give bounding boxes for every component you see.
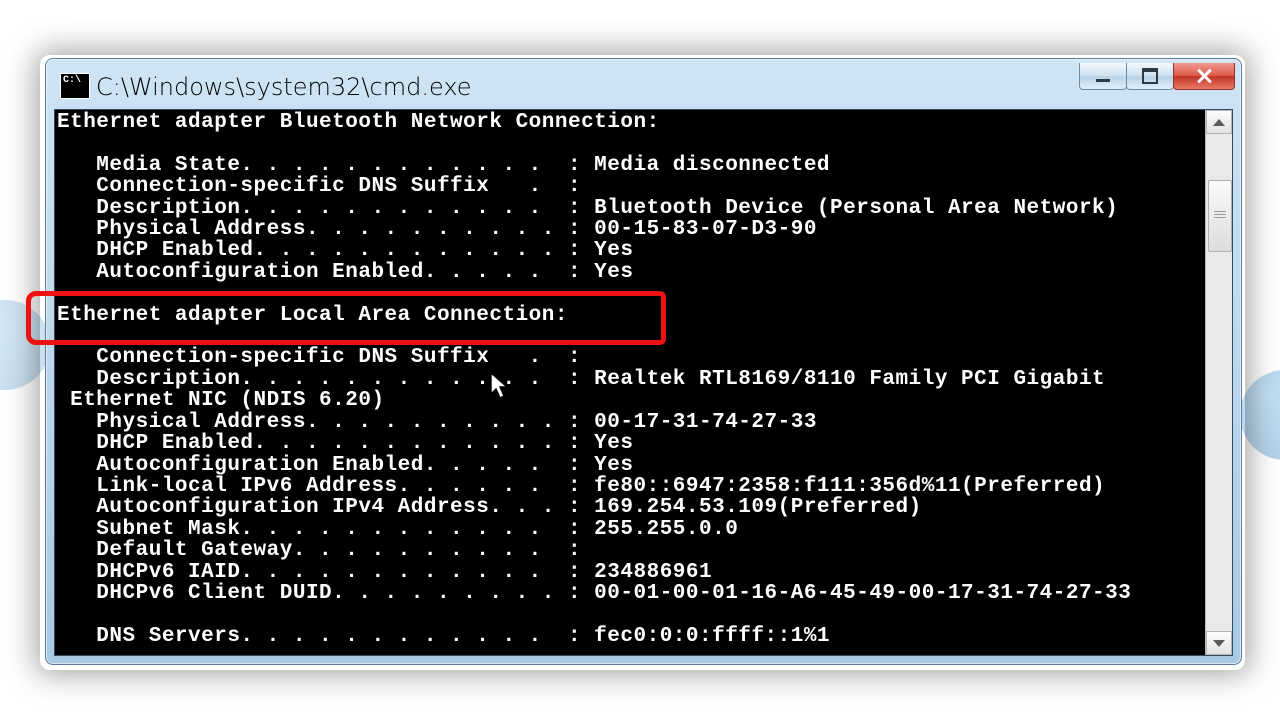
- close-icon: [1196, 68, 1212, 84]
- minimize-button[interactable]: [1079, 63, 1127, 90]
- scroll-up-button[interactable]: [1206, 110, 1232, 134]
- scroll-down-button[interactable]: [1206, 631, 1232, 655]
- maximize-button[interactable]: [1126, 63, 1174, 90]
- chevron-down-icon: [1213, 640, 1225, 647]
- console-client-area: Ethernet adapter Bluetooth Network Conne…: [54, 109, 1233, 656]
- chevron-up-icon: [1213, 119, 1225, 126]
- minimize-icon: [1096, 79, 1110, 82]
- window-controls: [1080, 61, 1235, 91]
- cmd-window: C:\Windows\system32\cmd.exe Ethernet ada…: [45, 58, 1242, 665]
- maximize-icon: [1142, 68, 1158, 84]
- window-title: C:\Windows\system32\cmd.exe: [96, 75, 472, 99]
- close-button[interactable]: [1173, 63, 1235, 90]
- scroll-thumb[interactable]: [1208, 180, 1232, 252]
- titlebar[interactable]: C:\Windows\system32\cmd.exe: [46, 59, 1241, 107]
- console-output[interactable]: Ethernet adapter Bluetooth Network Conne…: [55, 110, 1204, 655]
- vertical-scrollbar[interactable]: [1205, 110, 1232, 655]
- cmd-icon: [60, 73, 90, 99]
- background-orb-right: [1240, 370, 1280, 460]
